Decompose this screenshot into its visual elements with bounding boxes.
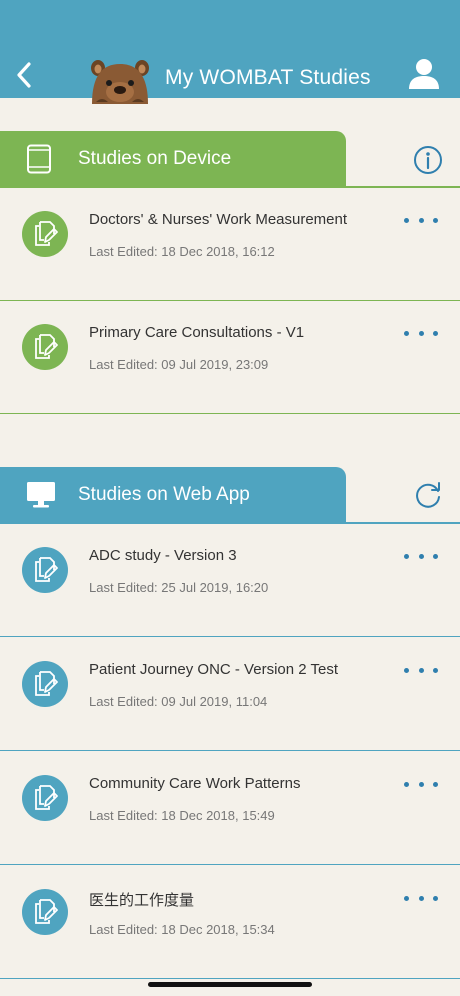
section-label: Studies on Web App [78, 484, 250, 505]
document-edit-icon [35, 671, 58, 696]
tablet-icon [27, 144, 51, 174]
more-dot [404, 553, 409, 559]
more-dot [418, 553, 424, 559]
study-last-edited: Last Edited: 18 Dec 2018, 15:34 [89, 922, 275, 937]
study-avatar [22, 775, 68, 821]
study-last-edited: Last Edited: 18 Dec 2018, 16:12 [89, 244, 275, 259]
section-header-device: Studies on Device [0, 131, 346, 187]
list-item[interactable]: Doctors' & Nurses' Work Measurement Last… [0, 188, 460, 301]
study-avatar [22, 889, 68, 935]
more-dot [418, 895, 424, 901]
more-dot [404, 895, 409, 901]
section-header-web: Studies on Web App [0, 467, 346, 523]
back-button[interactable] [6, 55, 42, 95]
chevron-left-icon [17, 62, 31, 88]
more-dot [433, 781, 438, 787]
more-options-button[interactable] [404, 776, 438, 792]
app-header: My WOMBAT Studies [0, 0, 460, 104]
page-title: My WOMBAT Studies [165, 66, 371, 89]
study-avatar [22, 661, 68, 707]
more-dot [404, 781, 409, 787]
row-divider [0, 412, 460, 414]
row-divider [0, 863, 460, 865]
more-dot [418, 217, 424, 223]
section-label: Studies on Device [78, 148, 232, 169]
home-indicator[interactable] [148, 982, 312, 987]
study-last-edited: Last Edited: 18 Dec 2018, 15:49 [89, 808, 275, 823]
more-dot [433, 667, 438, 673]
user-icon [409, 59, 439, 89]
more-options-button[interactable] [404, 890, 438, 906]
study-last-edited: Last Edited: 09 Jul 2019, 23:09 [89, 357, 269, 372]
row-divider [0, 635, 460, 637]
study-name: Primary Care Consultations - V1 [89, 324, 305, 341]
more-dot [433, 330, 438, 336]
more-dot [418, 781, 424, 787]
list-item[interactable]: ADC study - Version 3 Last Edited: 25 Ju… [0, 524, 460, 637]
profile-button[interactable] [406, 57, 442, 91]
study-avatar [22, 547, 68, 593]
study-last-edited: Last Edited: 09 Jul 2019, 11:04 [89, 694, 268, 709]
more-dot [404, 667, 409, 673]
refresh-icon[interactable] [412, 479, 444, 511]
wombat-logo [91, 60, 149, 104]
more-dot [433, 217, 438, 223]
study-name: Community Care Work Patterns [89, 775, 301, 792]
row-divider [0, 977, 460, 979]
list-item[interactable]: Patient Journey ONC - Version 2 Test Las… [0, 638, 460, 751]
more-options-button[interactable] [404, 325, 438, 341]
study-name: 医生的工作度量 [89, 892, 195, 909]
study-name: ADC study - Version 3 [89, 547, 237, 564]
list-item[interactable]: Primary Care Consultations - V1 Last Edi… [0, 301, 460, 414]
more-dot [433, 895, 438, 901]
more-options-button[interactable] [404, 662, 438, 678]
document-edit-icon [35, 221, 58, 246]
study-name: Doctors' & Nurses' Work Measurement [89, 211, 348, 228]
document-edit-icon [35, 785, 58, 810]
more-dot [404, 330, 409, 336]
document-edit-icon [35, 334, 58, 359]
monitor-icon [27, 482, 55, 508]
more-dot [404, 217, 409, 223]
document-edit-icon [35, 899, 58, 924]
list-item[interactable]: Community Care Work Patterns Last Edited… [0, 752, 460, 865]
document-edit-icon [35, 557, 58, 582]
more-options-button[interactable] [404, 548, 438, 564]
study-avatar [22, 324, 68, 370]
info-icon[interactable] [412, 144, 444, 176]
more-dot [418, 667, 424, 673]
more-options-button[interactable] [404, 212, 438, 228]
list-item[interactable]: 医生的工作度量 Last Edited: 18 Dec 2018, 15:34 [0, 866, 460, 979]
study-last-edited: Last Edited: 25 Jul 2019, 16:20 [89, 580, 269, 595]
study-name: Patient Journey ONC - Version 2 Test [89, 661, 339, 678]
row-divider [0, 749, 460, 751]
more-dot [433, 553, 438, 559]
more-dot [418, 330, 424, 336]
study-avatar [22, 211, 68, 257]
